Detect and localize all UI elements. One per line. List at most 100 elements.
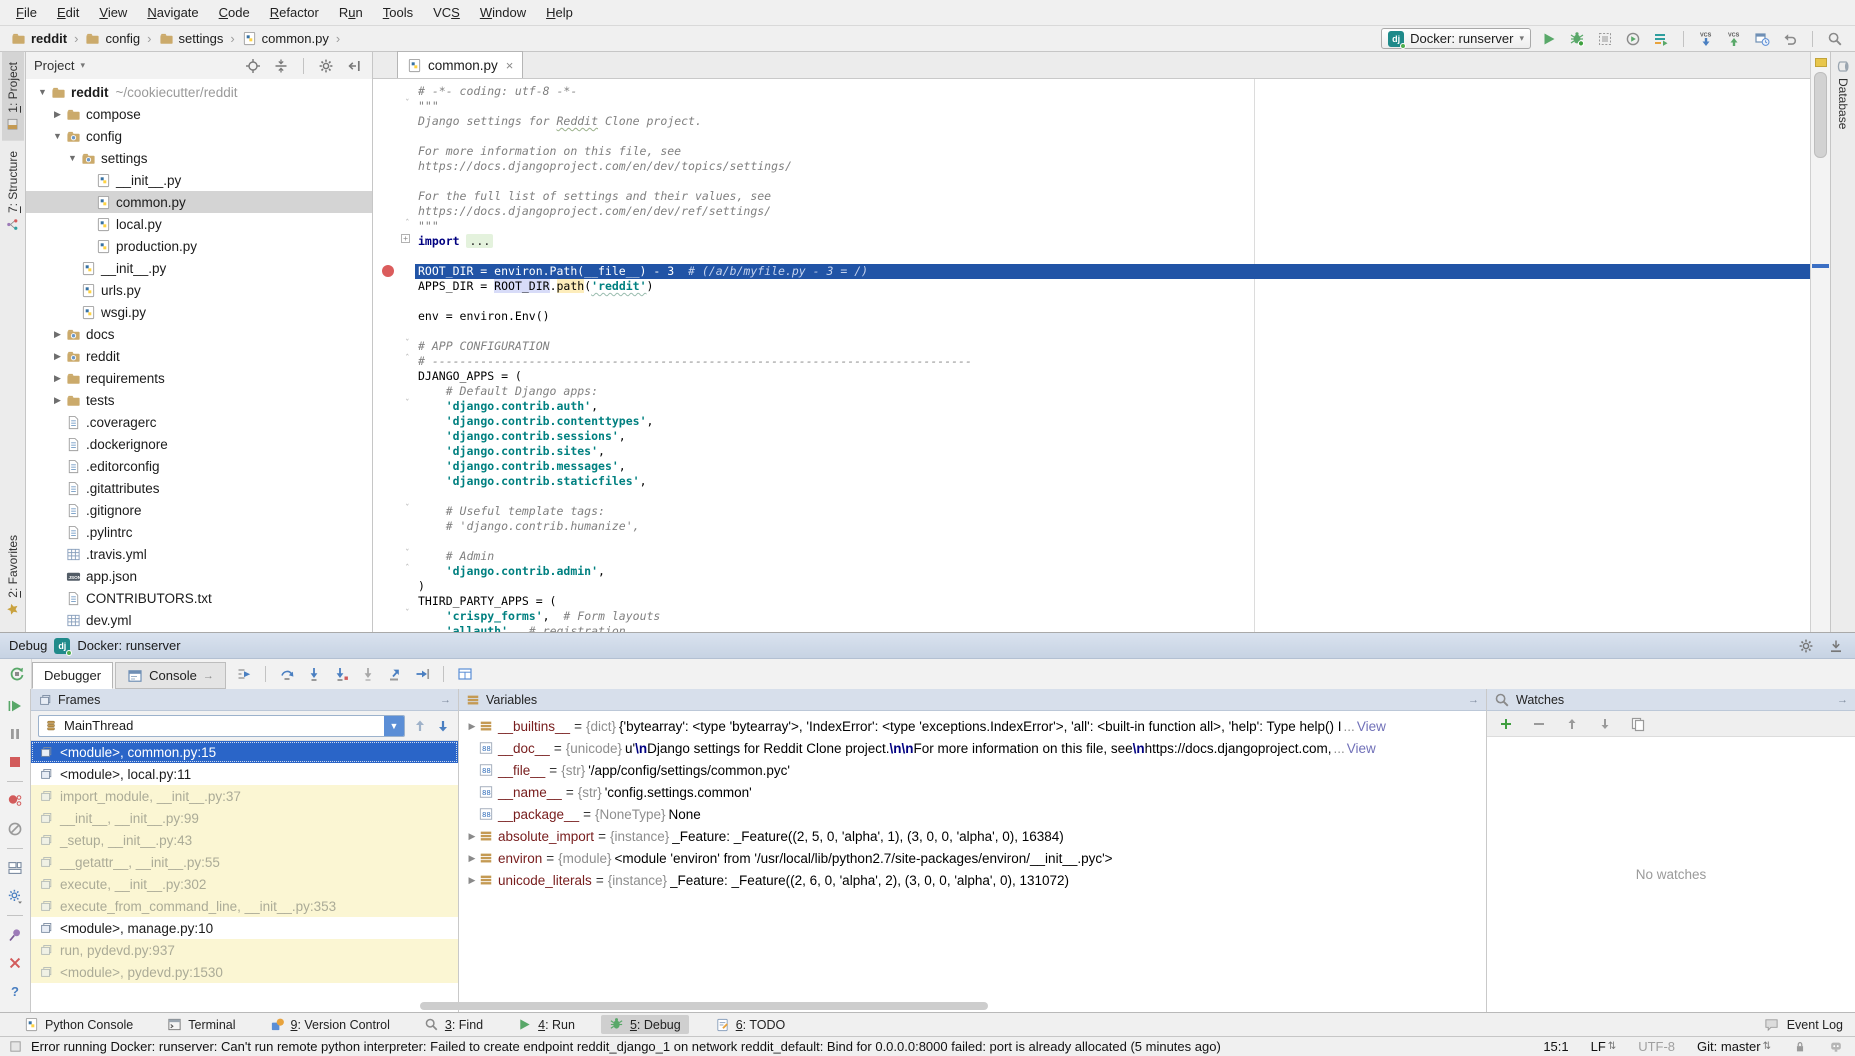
step-over-button[interactable] — [277, 664, 297, 684]
gutter-row[interactable] — [373, 144, 415, 159]
tree-item--travis-yml[interactable]: .travis.yml — [26, 543, 372, 565]
chevron-right-icon[interactable]: ▶ — [49, 395, 66, 406]
variable-row[interactable]: ▶unicode_literals={instance}_Feature: _F… — [459, 869, 1486, 891]
gutter-row[interactable] — [373, 294, 415, 309]
layout-settings-button[interactable] — [455, 664, 475, 684]
scrollbar-thumb[interactable] — [1814, 72, 1827, 158]
remove-watch-button[interactable] — [1529, 714, 1549, 734]
show-execution-point-button[interactable] — [234, 664, 254, 684]
stack-frame[interactable]: <module>, pydevd.py:1530 — [31, 961, 458, 983]
gutter-row[interactable] — [373, 189, 415, 204]
gutter-row[interactable] — [373, 204, 415, 219]
previous-frame-icon[interactable] — [412, 718, 428, 734]
duplicate-watch-button[interactable] — [1628, 714, 1648, 734]
gutter-row[interactable] — [373, 249, 415, 264]
menu-refactor[interactable]: Refactor — [260, 1, 329, 24]
gutter-row[interactable] — [373, 489, 415, 504]
gutter-row[interactable] — [373, 279, 415, 294]
move-up-watch-button[interactable] — [1562, 714, 1582, 734]
menu-help[interactable]: Help — [536, 1, 583, 24]
folded-region[interactable]: ... — [466, 234, 493, 248]
tree-item-tests[interactable]: ▶tests — [26, 389, 372, 411]
tree-item--dockerignore[interactable]: .dockerignore — [26, 433, 372, 455]
status-lf[interactable]: LF⇅ — [1591, 1039, 1617, 1054]
breadcrumb-config[interactable]: config — [82, 30, 143, 47]
tool-strip-tab-structure[interactable]: 7: Structure — [2, 141, 24, 241]
background-task-icon[interactable] — [8, 1039, 23, 1054]
gutter-row[interactable]: ˇ — [373, 99, 415, 114]
stack-frame[interactable]: __getattr__, __init__.py:55 — [31, 851, 458, 873]
tree-item-app-json[interactable]: JSONapp.json — [26, 565, 372, 587]
tree-item-compose[interactable]: ▶compose — [26, 103, 372, 125]
restore-layout-button[interactable] — [5, 858, 25, 878]
variable-row[interactable]: 88__package__={NoneType}None — [459, 803, 1486, 825]
tree-item-urls-py[interactable]: urls.py — [26, 279, 372, 301]
gutter-row[interactable]: ˇ — [373, 504, 415, 519]
coverage-button[interactable] — [1595, 29, 1615, 49]
tree-item-settings[interactable]: ▼settings — [26, 147, 372, 169]
gutter-row[interactable]: ˆ — [373, 564, 415, 579]
chevron-right-icon[interactable]: ▶ — [49, 351, 66, 362]
debug-horizontal-scrollbar[interactable] — [57, 1002, 1477, 1010]
tool-strip-tab-database[interactable]: Database — [1832, 52, 1854, 137]
debug-bug-button[interactable] — [1567, 29, 1587, 49]
gutter-row[interactable]: ˇ — [373, 609, 415, 624]
hide-left-button[interactable] — [344, 56, 364, 76]
tree-item-CONTRIBUTORS-txt[interactable]: CONTRIBUTORS.txt — [26, 587, 372, 609]
stack-frame[interactable]: <module>, manage.py:10 — [31, 917, 458, 939]
tree-item--gitignore[interactable]: .gitignore — [26, 499, 372, 521]
help-button[interactable]: ? — [5, 981, 25, 1001]
view-link[interactable]: View — [1347, 741, 1379, 756]
chevron-down-icon[interactable]: ▼ — [34, 87, 51, 97]
gutter-row[interactable] — [373, 534, 415, 549]
step-out-gray-button[interactable] — [358, 664, 378, 684]
step-out-button[interactable] — [385, 664, 405, 684]
add-watch-button[interactable] — [1496, 714, 1516, 734]
lock-icon[interactable] — [1793, 1040, 1807, 1054]
tree-item-__init__-py[interactable]: __init__.py — [26, 257, 372, 279]
tree-item-config[interactable]: ▼config — [26, 125, 372, 147]
gutter-row[interactable] — [373, 429, 415, 444]
status-error-message[interactable]: Error running Docker: runserver: Can't r… — [31, 1039, 1221, 1054]
code-area[interactable]: # -*- coding: utf-8 -*-"""Django setting… — [415, 79, 1810, 632]
expander-icon[interactable]: ▶ — [465, 853, 479, 864]
stack-frame[interactable]: import_module, __init__.py:37 — [31, 785, 458, 807]
tree-item-production-py[interactable]: production.py — [26, 235, 372, 257]
hide-down-button[interactable] — [1826, 636, 1846, 656]
expander-icon[interactable]: ▶ — [465, 721, 479, 732]
gutter-row[interactable] — [373, 174, 415, 189]
run-configuration-select[interactable]: dj Docker: runserver ▾ — [1381, 28, 1531, 49]
view-link[interactable]: View — [1357, 719, 1389, 734]
search-button[interactable] — [1825, 29, 1845, 49]
tool-strip-tab-project[interactable]: 1: Project — [2, 52, 24, 141]
tree-item--gitattributes[interactable]: .gitattributes — [26, 477, 372, 499]
move-down-watch-button[interactable] — [1595, 714, 1615, 734]
gutter-row[interactable] — [373, 519, 415, 534]
variable-row[interactable]: ▶absolute_import={instance}_Feature: _Fe… — [459, 825, 1486, 847]
hector-icon[interactable] — [1829, 1040, 1843, 1054]
status-15-1[interactable]: 15:1 — [1543, 1039, 1568, 1054]
variable-row[interactable]: 88__name__={str}'config.settings.common' — [459, 781, 1486, 803]
status-git-master[interactable]: Git: master⇅ — [1697, 1039, 1771, 1054]
gear-button[interactable] — [316, 56, 336, 76]
view-breakpoints-button[interactable] — [5, 791, 25, 811]
pin-button[interactable] — [5, 925, 25, 945]
gutter-row[interactable]: ˇ — [373, 399, 415, 414]
smart-step-into-button[interactable] — [331, 664, 351, 684]
toolwindow-button-version-control[interactable]: 9: Version Control — [262, 1015, 398, 1034]
profiler-button[interactable] — [1623, 29, 1643, 49]
gutter-row[interactable] — [373, 84, 415, 99]
chevron-down-icon[interactable]: ▾ — [80, 60, 85, 71]
pause-button[interactable] — [5, 724, 25, 744]
gutter-row[interactable] — [373, 114, 415, 129]
stack-frame[interactable]: <module>, common.py:15 — [31, 741, 458, 763]
gutter-row[interactable] — [373, 474, 415, 489]
tab-console[interactable]: Console → — [115, 662, 226, 689]
move-pane-icon[interactable]: → — [440, 694, 451, 706]
tree-item-common-py[interactable]: common.py — [26, 191, 372, 213]
gutter-row[interactable] — [373, 624, 415, 632]
breadcrumb-common-py[interactable]: common.py — [239, 30, 332, 47]
tree-item-local-py[interactable]: local.py — [26, 213, 372, 235]
next-frame-icon[interactable] — [435, 718, 451, 734]
menu-code[interactable]: Code — [209, 1, 260, 24]
